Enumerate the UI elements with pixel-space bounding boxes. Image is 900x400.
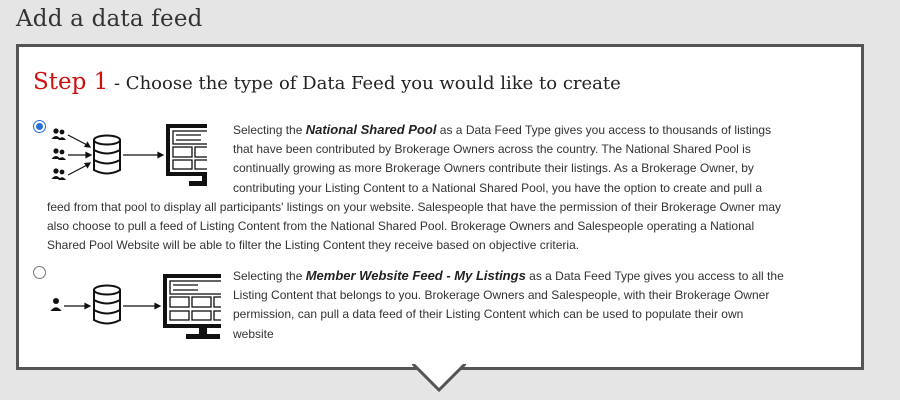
option-type-name: National Shared Pool — [305, 122, 437, 137]
step-number: Step 1 — [33, 69, 109, 95]
step-description: - Choose the type of Data Feed you would… — [108, 73, 621, 94]
option-line: feed from that pool to display all parti… — [47, 199, 782, 214]
option-line: permission, can pull a data feed of thei… — [233, 307, 744, 322]
option-member-website-feed-text: Selecting the Member Website Feed - My L… — [19, 266, 861, 344]
option-line: as a Data Feed Type gives you access to … — [436, 123, 772, 137]
option-line: contributing your Listing Content to a N… — [233, 180, 763, 195]
step-heading: Step 1 - Choose the type of Data Feed yo… — [33, 69, 621, 95]
option-line: as a Data Feed Type gives you access to … — [525, 269, 784, 283]
option-line: website — [233, 326, 274, 341]
data-feed-panel: Step 1 - Choose the type of Data Feed yo… — [16, 44, 864, 370]
option-lead: Selecting the — [233, 269, 306, 283]
option-line: Listing Content that belongs to you. Bro… — [233, 288, 770, 303]
option-line: that have been contributed by Brokerage … — [233, 142, 751, 157]
option-type-name: Member Website Feed - My Listings — [305, 268, 526, 283]
page-title: Add a data feed — [16, 6, 203, 32]
option-lead: Selecting the — [233, 123, 306, 137]
option-line: also choose to pull a feed of Listing Co… — [47, 219, 755, 234]
panel-pointer-arrow — [412, 364, 466, 393]
option-line: Shared Pool Website will be able to filt… — [47, 238, 580, 253]
option-line: continually growing as more Brokerage Ow… — [233, 161, 754, 176]
option-national-shared-pool-text: Selecting the National Shared Pool as a … — [19, 120, 861, 255]
